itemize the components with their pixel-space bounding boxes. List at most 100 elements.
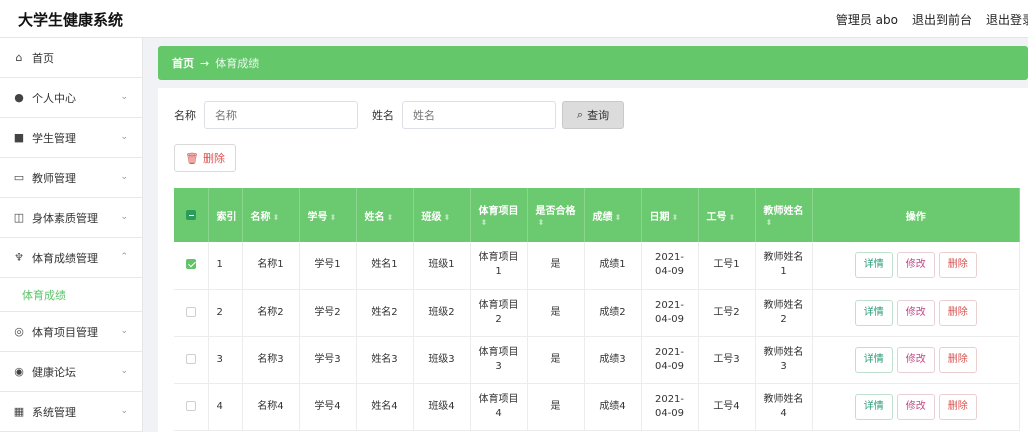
column-header[interactable]: 班级 ⬍ (413, 188, 471, 242)
sidebar-item-b0[interactable]: ◎ 体育项目管理 ⌄ (0, 312, 142, 352)
cell-name: 名称3 (242, 336, 300, 384)
sidebar-item-label: 身体素质管理 (32, 211, 98, 225)
cell-item: 体育项目3 (470, 336, 528, 384)
column-header-label: 姓名 (364, 211, 385, 223)
edit-button[interactable]: 修改 (896, 393, 935, 420)
cell-cls: 班级3 (413, 336, 471, 384)
delete-button[interactable]: 删除 (938, 299, 977, 326)
scores-table: 索引 名称 ⬍ 学号 ⬍ 姓名 ⬍ 班级 ⬍ 体育项目⬍ 是否合格⬍ 成绩 ⬍ 日期 ⬍ 工号 ⬍ 教师姓名⬍ 操作… (174, 188, 1020, 431)
column-header-label: 成绩 (592, 211, 613, 223)
cell-teacher: 教师姓名2 (755, 289, 813, 337)
cell-score: 成绩1 (584, 242, 642, 290)
column-header-label: 日期 (649, 211, 670, 223)
cell-teacher: 教师姓名3 (755, 336, 813, 384)
cell-item: 体育项目1 (470, 242, 528, 290)
cell-gh: 工号2 (698, 289, 756, 337)
top-links: 管理员 abo 退出到前台 退出登录 (836, 11, 1028, 28)
column-header[interactable]: 索引 (208, 188, 243, 242)
sidebar-item-label: 体育项目管理 (32, 325, 98, 339)
cell-gh: 工号4 (698, 383, 756, 431)
sort-icon[interactable]: ⬍ (615, 213, 622, 222)
view-button[interactable]: 详情 (854, 252, 893, 279)
sidebar-item-a0[interactable]: ⌂ 首页 (0, 38, 142, 78)
column-header[interactable]: 教师姓名⬍ (755, 188, 813, 242)
cell-pass: 是 (527, 383, 585, 431)
sort-icon[interactable]: ⬍ (672, 213, 679, 222)
sidebar-item-b1[interactable]: ◉ 健康论坛 ⌄ (0, 352, 142, 392)
column-header-label: 是否合格 (535, 206, 576, 217)
sidebar-item-a3[interactable]: ▭ 教师管理 ⌄ (0, 158, 142, 198)
delete-button[interactable]: 删除 (938, 252, 977, 279)
cell-index: 1 (208, 242, 243, 290)
cell-score: 成绩3 (584, 336, 642, 384)
mic-icon: ♆ (14, 251, 24, 264)
row-select-cell (174, 289, 209, 337)
column-header[interactable]: 是否合格⬍ (527, 188, 585, 242)
query-label: 查询 (587, 109, 610, 122)
cell-xm: 姓名1 (356, 242, 414, 290)
sidebar-item-a5[interactable]: ♆ 体育成绩管理 ⌃ (0, 238, 142, 278)
view-button[interactable]: 详情 (854, 299, 893, 326)
column-header[interactable]: 日期 ⬍ (641, 188, 699, 242)
column-header[interactable]: 姓名 ⬍ (356, 188, 414, 242)
batch-delete-button[interactable]: 🗑 删除 (174, 144, 236, 172)
logout-link[interactable]: 退出登录 (986, 11, 1028, 28)
query-button[interactable]: ⌕ 查询 (562, 101, 624, 129)
cell-date: 2021-04-09 (641, 289, 699, 337)
edit-button[interactable]: 修改 (896, 252, 935, 279)
view-button[interactable]: 详情 (854, 346, 893, 373)
sidebar-item-a2[interactable]: ■ 学生管理 ⌄ (0, 118, 142, 158)
sidebar-subitem-scores[interactable]: 体育成绩 (0, 278, 142, 312)
edit-button[interactable]: 修改 (896, 346, 935, 373)
column-header-label: 索引 (216, 211, 237, 223)
row-checkbox[interactable] (185, 353, 196, 364)
row-actions: 详情 修改 删除 (812, 289, 1020, 337)
select-all-checkbox[interactable] (185, 209, 196, 220)
row-checkbox[interactable] (185, 400, 196, 411)
sort-icon[interactable]: ⬍ (273, 213, 280, 222)
cell-score: 成绩2 (584, 289, 642, 337)
chevron-down-icon: ⌄ (120, 326, 128, 336)
name-search-input[interactable] (204, 101, 358, 129)
sort-icon[interactable]: ⬍ (481, 218, 488, 227)
sort-icon[interactable]: ⬍ (330, 213, 337, 222)
main-panel: 名称 姓名 ⌕ 查询 🗑 删除 索引名称⬍学号⬍姓名⬍班级⬍体育项目⬍是否合格⬍… (158, 88, 1028, 432)
cell-sno: 学号1 (299, 242, 357, 290)
xm-search-input[interactable] (402, 101, 556, 129)
chevron-down-icon: ⌄ (120, 92, 128, 102)
delete-button[interactable]: 删除 (938, 393, 977, 420)
cell-teacher: 教师姓名4 (755, 383, 813, 431)
chart-icon: ◫ (13, 211, 25, 224)
sort-icon[interactable]: ⬍ (729, 213, 736, 222)
delete-button[interactable]: 删除 (938, 346, 977, 373)
sort-icon[interactable]: ⬍ (538, 218, 545, 227)
sort-icon[interactable]: ⬍ (766, 218, 773, 227)
cell-cls: 班级2 (413, 289, 471, 337)
sidebar-item-b2[interactable]: ▦ 系统管理 ⌄ (0, 392, 142, 432)
sidebar-item-a4[interactable]: ◫ 身体素质管理 ⌄ (0, 198, 142, 238)
column-header-label: 教师姓名 (763, 206, 804, 217)
sidebar-item-a1[interactable]: ● 个人中心 ⌄ (0, 78, 142, 118)
column-header[interactable]: 名称 ⬍ (242, 188, 300, 242)
breadcrumb-home[interactable]: 首页 (172, 55, 194, 71)
row-checkbox[interactable] (185, 259, 196, 270)
view-button[interactable]: 详情 (854, 393, 893, 420)
column-header[interactable]: 工号 ⬍ (698, 188, 756, 242)
column-header[interactable]: 成绩 ⬍ (584, 188, 642, 242)
column-header[interactable]: 体育项目⬍ (470, 188, 528, 242)
sort-icon[interactable]: ⬍ (444, 213, 451, 222)
sidebar-item-label: 系统管理 (32, 405, 76, 419)
row-select-cell (174, 383, 209, 431)
column-header-label: 班级 (421, 211, 442, 223)
row-checkbox[interactable] (185, 306, 196, 317)
sort-icon[interactable]: ⬍ (387, 213, 394, 222)
cell-xm: 姓名2 (356, 289, 414, 337)
top-bar: 大学生健康系统 管理员 abo 退出到前台 退出登录 (0, 0, 1028, 38)
column-header[interactable]: 学号 ⬍ (299, 188, 357, 242)
back-to-front-link[interactable]: 退出到前台 (912, 11, 972, 28)
cell-gh: 工号3 (698, 336, 756, 384)
edit-button[interactable]: 修改 (896, 299, 935, 326)
sidebar-item-label: 个人中心 (32, 91, 76, 105)
column-header-label: 学号 (307, 211, 328, 223)
chevron-up-icon: ⌃ (120, 252, 128, 262)
